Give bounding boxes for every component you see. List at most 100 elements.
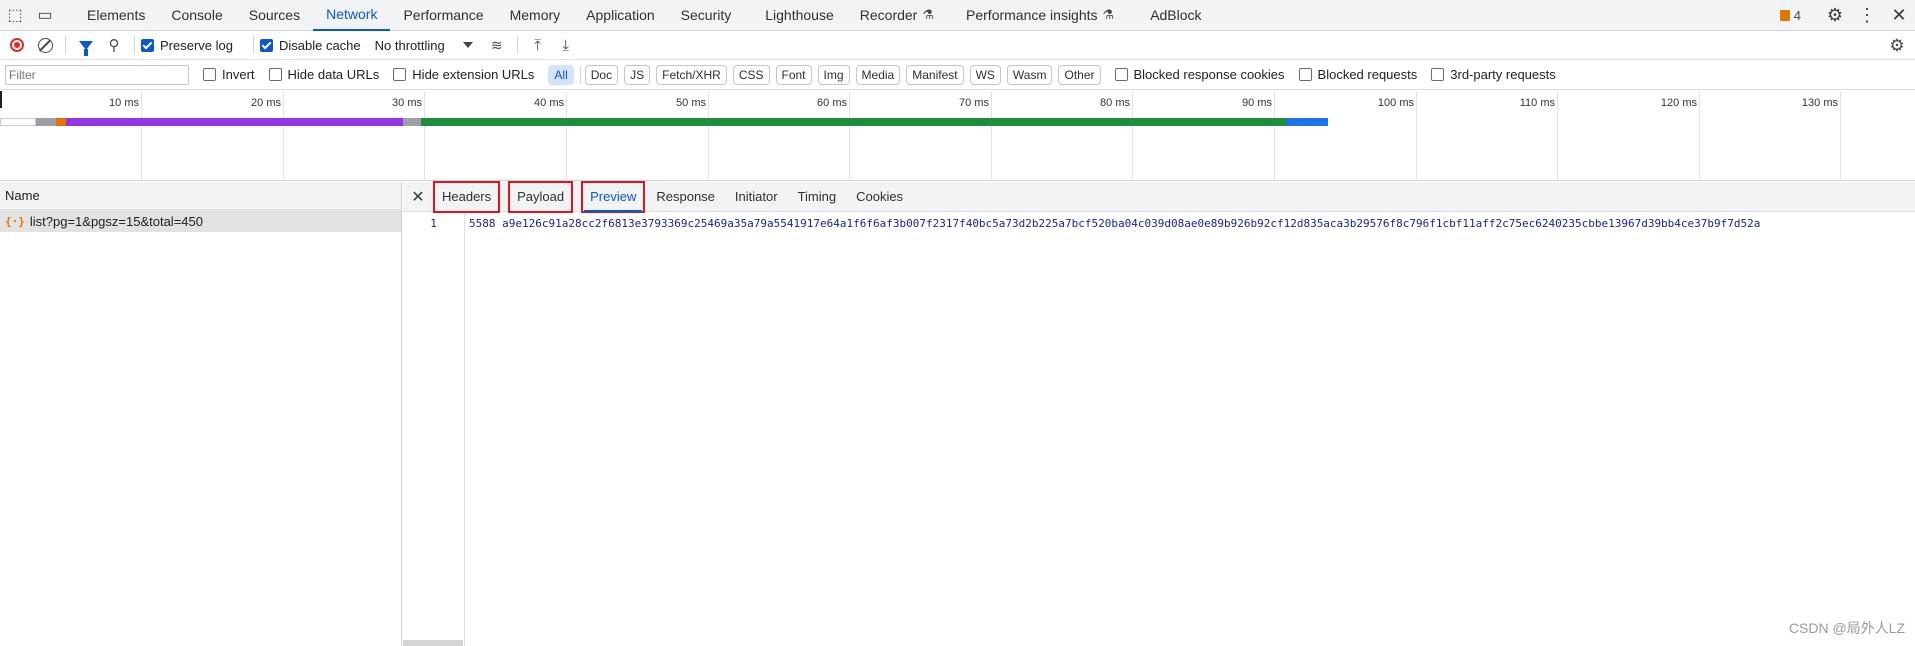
type-filter-fetch-xhr[interactable]: Fetch/XHR — [656, 64, 727, 85]
timeline-gridline — [1840, 91, 1841, 181]
throttling-select[interactable]: No throttling — [375, 38, 473, 53]
filter-toggle-button[interactable] — [72, 31, 100, 60]
filter-funnel-icon — [79, 40, 93, 56]
type-filter-css[interactable]: CSS — [732, 64, 770, 85]
inspect-element-icon[interactable]: ⬚ — [0, 0, 30, 31]
preserve-log-checkbox[interactable]: Preserve log — [141, 38, 233, 53]
filter-bar: Invert Hide data URLs Hide extension URL… — [0, 60, 1915, 90]
timeline-gridline — [708, 91, 709, 181]
tab-payload[interactable]: Payload — [508, 180, 574, 213]
toolbar-divider — [516, 36, 518, 54]
invert-label: Invert — [222, 67, 255, 82]
close-details-icon[interactable]: ✕ — [408, 183, 428, 211]
network-overview-timeline[interactable]: 10 ms 20 ms 30 ms 40 ms 50 ms 60 ms 70 m… — [0, 91, 1915, 181]
timeline-gridline — [1557, 91, 1558, 181]
import-har-button[interactable]: ⤒ — [524, 31, 552, 60]
timeline-start-marker — [0, 91, 2, 108]
preview-content[interactable]: 1 5588 a9e126c91a28cc2f6813e3793369c2546… — [403, 213, 1915, 646]
tab-recorder[interactable]: Recorder ⚗ — [847, 0, 947, 31]
preview-text[interactable]: 5588 a9e126c91a28cc2f6813e3793369c25469a… — [465, 213, 1915, 646]
tab-initiator[interactable]: Initiator — [727, 182, 786, 212]
search-button[interactable]: ⚲ — [100, 31, 128, 60]
invert-checkbox[interactable]: Invert — [203, 67, 255, 82]
tab-timing[interactable]: Timing — [790, 182, 845, 212]
type-filter-wasm[interactable]: Wasm — [1006, 64, 1053, 85]
tab-adblock[interactable]: AdBlock — [1137, 0, 1214, 31]
checkbox-checked-icon — [259, 38, 273, 52]
checkbox-unchecked-icon — [1298, 68, 1312, 81]
timeline-gridline — [1132, 91, 1133, 181]
tab-preview[interactable]: Preview — [581, 180, 646, 213]
export-har-button[interactable]: ⤓ — [552, 31, 580, 60]
record-stop-button[interactable] — [3, 31, 31, 60]
type-filter-img[interactable]: Img — [817, 64, 850, 85]
timeline-gridline — [566, 91, 567, 181]
type-filter-ws[interactable]: WS — [969, 64, 1001, 85]
tab-performance[interactable]: Performance — [390, 0, 496, 31]
settings-gear-icon[interactable]: ⚙ — [1819, 0, 1851, 31]
type-filter-doc[interactable]: Doc — [584, 64, 619, 85]
timeline-gridline — [1416, 91, 1417, 181]
timeline-tick-label: 60 ms — [817, 97, 847, 109]
timeline-gridline — [141, 91, 142, 181]
hide-data-urls-checkbox[interactable]: Hide data URLs — [268, 67, 379, 82]
preserve-log-label: Preserve log — [160, 37, 233, 53]
horizontal-scrollbar[interactable] — [403, 640, 463, 646]
tab-network[interactable]: Network — [313, 0, 391, 31]
experiment-flask-icon: ⚗ — [1102, 7, 1115, 22]
hide-extension-urls-label: Hide extension URLs — [412, 67, 535, 82]
type-filter-all[interactable]: All — [548, 64, 574, 85]
blocked-requests-checkbox[interactable]: Blocked requests — [1298, 67, 1418, 82]
timeline-gridline — [991, 91, 992, 181]
network-settings-button[interactable]: ⚙ — [1883, 31, 1911, 60]
timing-bar-dns — [56, 118, 66, 126]
issues-badge[interactable]: 4 — [1779, 8, 1801, 23]
type-filter-media[interactable]: Media — [855, 64, 901, 85]
disable-cache-checkbox[interactable]: Disable cache — [259, 38, 361, 53]
timeline-gridline — [424, 91, 425, 181]
tab-security[interactable]: Security — [668, 0, 745, 31]
type-filter-manifest[interactable]: Manifest — [906, 64, 964, 85]
third-party-requests-checkbox[interactable]: 3rd-party requests — [1431, 67, 1556, 82]
blocked-response-cookies-checkbox[interactable]: Blocked response cookies — [1114, 67, 1285, 82]
tab-application[interactable]: Application — [573, 0, 668, 31]
tab-elements[interactable]: Elements — [74, 0, 158, 31]
hide-extension-urls-checkbox[interactable]: Hide extension URLs — [393, 67, 534, 82]
tab-memory[interactable]: Memory — [497, 0, 574, 31]
timing-bar-connect — [66, 118, 403, 126]
tab-console[interactable]: Console — [158, 0, 235, 31]
close-devtools-icon[interactable]: ✕ — [1883, 0, 1915, 31]
type-filter-js[interactable]: JS — [624, 64, 651, 85]
search-icon: ⚲ — [108, 37, 120, 54]
device-toolbar-icon[interactable]: ▭ — [30, 0, 60, 31]
tab-sources[interactable]: Sources — [236, 0, 313, 31]
upload-icon: ⤒ — [534, 36, 542, 54]
issues-count: 4 — [1793, 8, 1801, 23]
line-number: 1 — [403, 213, 465, 646]
name-column-header: Name — [5, 188, 40, 203]
checkbox-unchecked-icon — [1114, 68, 1128, 81]
clear-button[interactable] — [31, 31, 59, 60]
network-conditions-button[interactable]: ≋ — [483, 31, 511, 60]
type-filter-font[interactable]: Font — [775, 64, 812, 85]
tab-response[interactable]: Response — [648, 182, 723, 212]
timing-bar-stalled — [36, 118, 56, 126]
more-options-icon[interactable]: ⋮ — [1851, 0, 1883, 31]
tab-lighthouse[interactable]: Lighthouse — [752, 0, 847, 31]
type-filter-other[interactable]: Other — [1058, 64, 1101, 85]
checkbox-unchecked-icon — [1431, 68, 1445, 81]
tab-cookies[interactable]: Cookies — [848, 182, 911, 212]
tab-recorder-label: Recorder — [859, 7, 918, 23]
request-list-header[interactable]: Name — [0, 182, 401, 210]
timeline-tick-label: 130 ms — [1801, 97, 1838, 109]
throttling-value: No throttling — [374, 37, 445, 53]
request-row[interactable]: {·} list?pg=1&pgsz=15&total=450 — [0, 210, 401, 232]
watermark-text: CSDN @局外人LZ — [1788, 620, 1905, 636]
filter-input[interactable] — [5, 64, 189, 85]
third-party-requests-label: 3rd-party requests — [1450, 67, 1556, 82]
tab-headers[interactable]: Headers — [432, 180, 501, 213]
blocked-requests-label: Blocked requests — [1317, 67, 1418, 82]
timeline-gridline — [1699, 91, 1700, 181]
tab-performance-insights[interactable]: Performance insights ⚗ — [953, 0, 1127, 31]
timeline-tick-label: 120 ms — [1660, 97, 1697, 109]
